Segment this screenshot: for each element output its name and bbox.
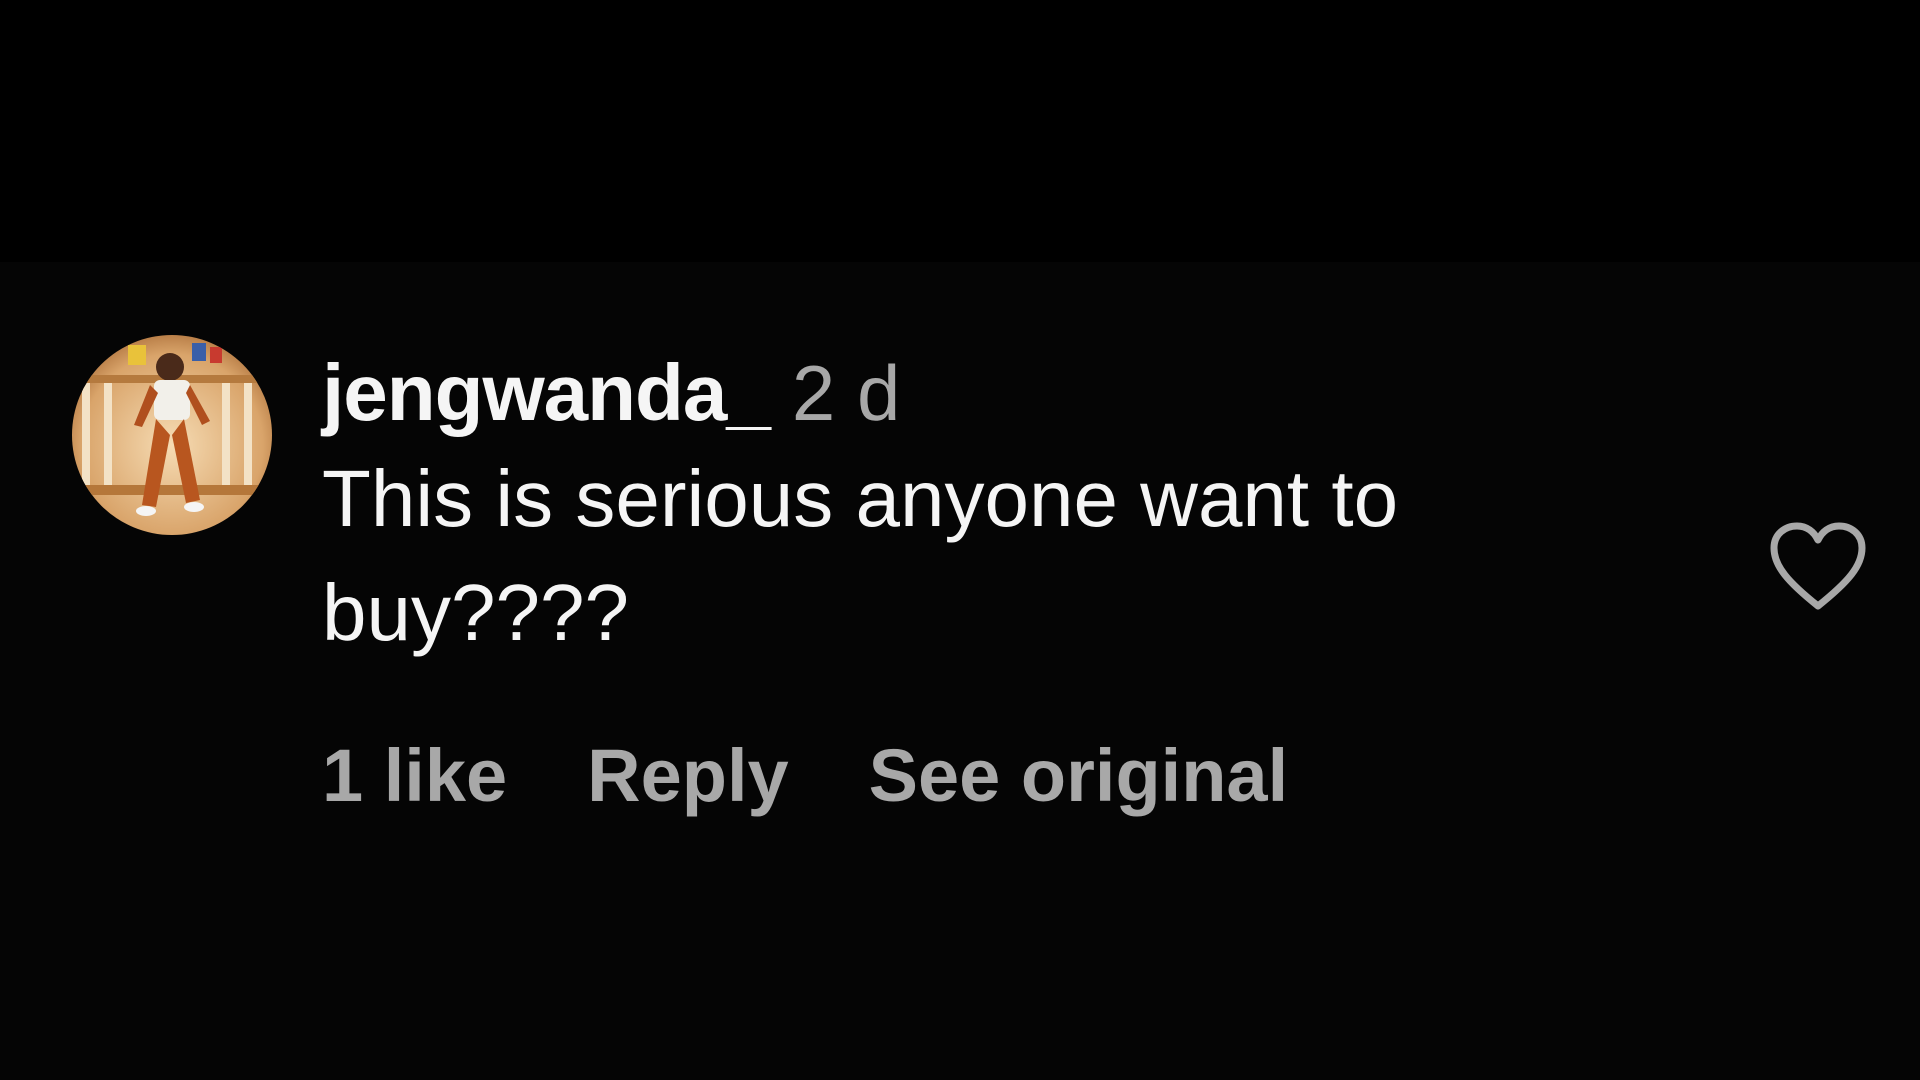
top-area (0, 0, 1920, 262)
username[interactable]: jengwanda_ (322, 338, 771, 448)
like-button[interactable] (1768, 520, 1868, 612)
comment-header: jengwanda_ 2 d (322, 338, 1672, 448)
see-original-button[interactable]: See original (869, 726, 1288, 826)
heart-outline-icon (1770, 522, 1866, 610)
timestamp: 2 d (791, 349, 901, 437)
comment-content: jengwanda_ 2 d This is serious anyone wa… (322, 338, 1672, 670)
comment-text: This is serious anyone want to buy???? (322, 454, 1399, 657)
avatar-photo-icon (72, 335, 272, 535)
reply-button[interactable]: Reply (587, 726, 789, 826)
likes-count[interactable]: 1 like (322, 726, 507, 826)
avatar[interactable] (72, 335, 272, 535)
comment-actions: 1 like Reply See original (322, 726, 1288, 826)
